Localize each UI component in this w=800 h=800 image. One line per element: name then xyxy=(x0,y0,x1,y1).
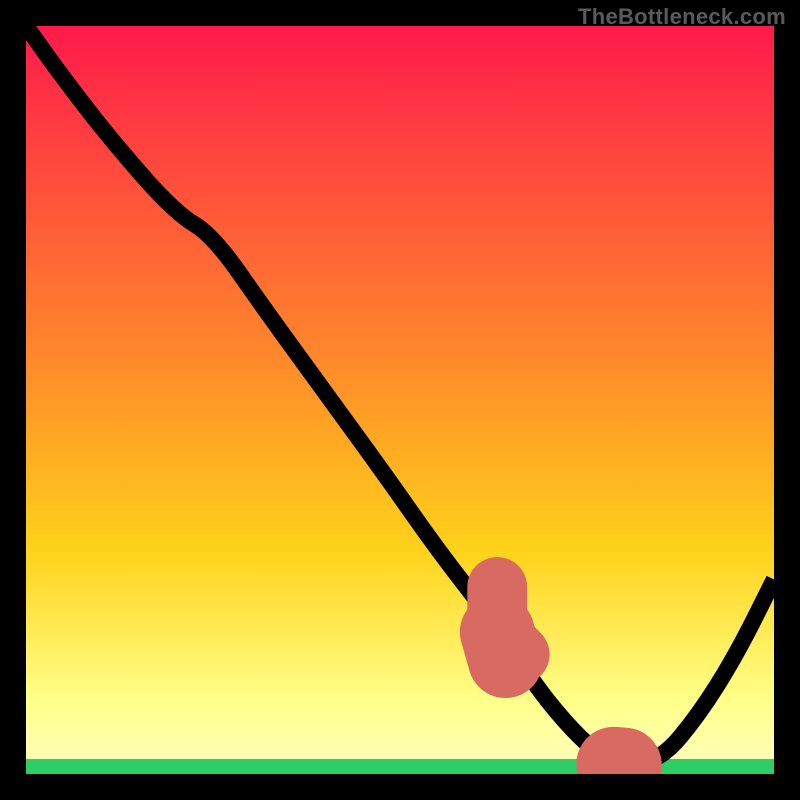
chart-svg xyxy=(26,26,774,774)
plot-area xyxy=(26,26,774,774)
chart-frame: TheBottleneck.com xyxy=(0,0,800,800)
gradient-background xyxy=(26,26,774,774)
watermark-text: TheBottleneck.com xyxy=(578,4,786,30)
